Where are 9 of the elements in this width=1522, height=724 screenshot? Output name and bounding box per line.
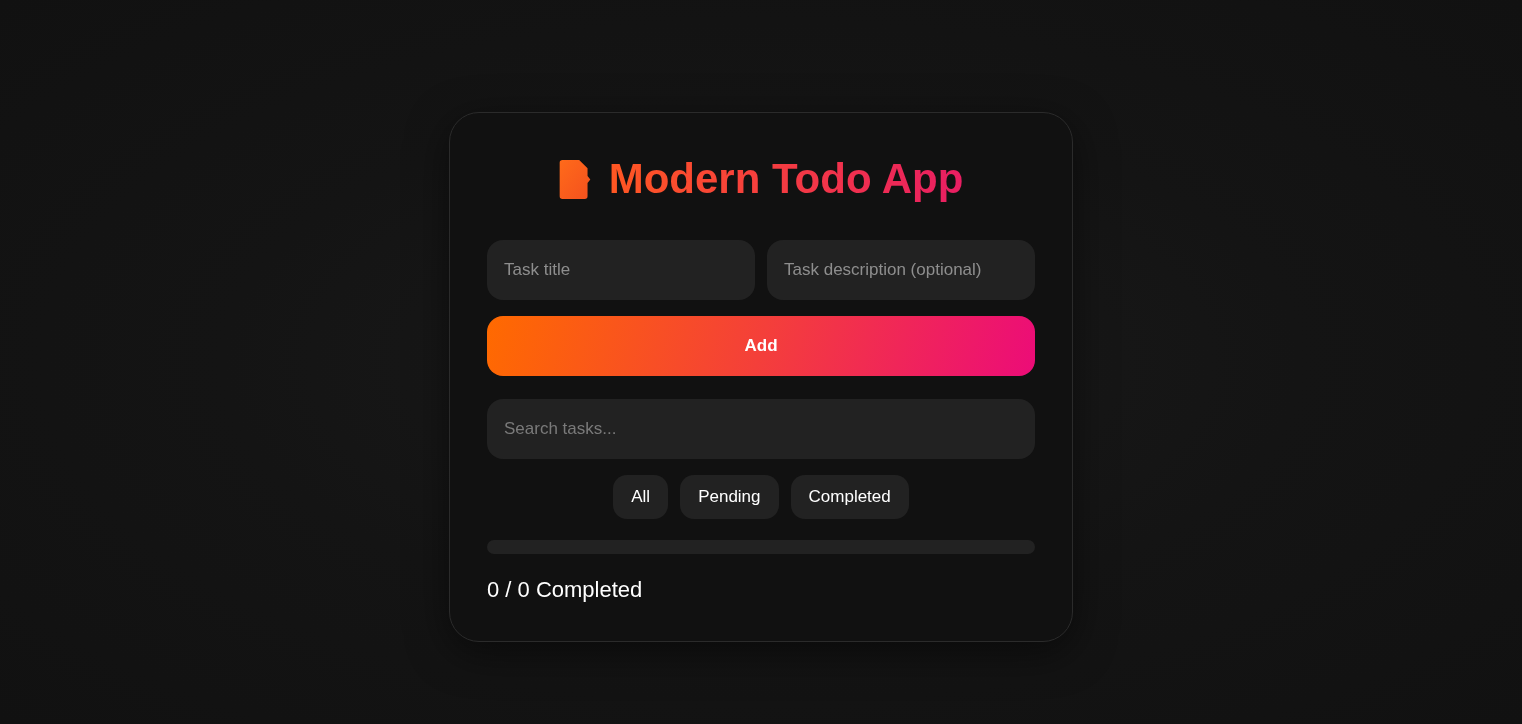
task-title-input[interactable]: Task title — [487, 240, 755, 300]
document-icon — [558, 159, 591, 199]
completed-count: 0 / 0 Completed — [487, 576, 644, 604]
search-field[interactable]: Search tasks... — [487, 399, 1035, 459]
task-description-input[interactable]: Task description (optional) — [767, 240, 1035, 300]
add-button[interactable]: Add — [487, 316, 1035, 376]
filter-button[interactable]: All — [613, 475, 669, 519]
filter-button[interactable]: Pending — [680, 475, 779, 519]
filter-button[interactable]: Completed — [790, 475, 909, 519]
